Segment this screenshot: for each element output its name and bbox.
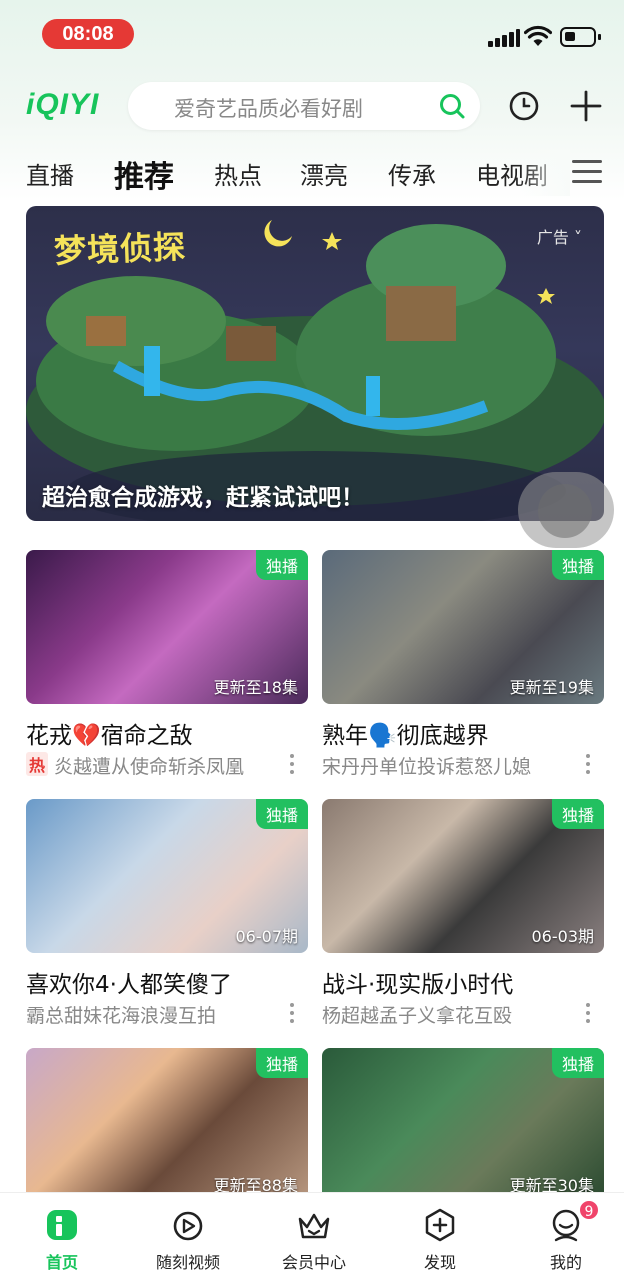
ad-label[interactable]: 广告 ˅ — [537, 224, 582, 248]
exclusive-badge: 独播 — [255, 550, 308, 580]
discover-icon — [425, 1208, 455, 1242]
video-title[interactable]: 熟年🗣️彻底越界 — [322, 716, 489, 750]
status-time: 08:08 — [42, 19, 134, 49]
episode-label: 更新至19集 — [509, 678, 594, 697]
play-circle-icon — [173, 1211, 203, 1241]
channel-menu-icon[interactable] — [572, 158, 602, 184]
search-placeholder: 爱奇艺品质必看好剧 — [174, 97, 363, 121]
hot-tag: 热 — [26, 752, 49, 776]
tabs-fade — [520, 150, 570, 196]
tab-recommend[interactable]: 推荐 — [114, 152, 174, 196]
video-thumbnail[interactable]: 独播 更新至19集 — [322, 550, 604, 704]
floating-assistant-ball[interactable] — [518, 472, 614, 548]
add-icon[interactable] — [570, 90, 602, 122]
exclusive-badge: 独播 — [551, 550, 604, 580]
tab-hot[interactable]: 热点 — [214, 156, 262, 191]
video-card[interactable]: 独播 更新至30集 — [322, 1048, 604, 1202]
video-subtitle: 霸总甜妹花海浪漫互拍 — [26, 1005, 217, 1027]
history-icon[interactable] — [508, 90, 540, 122]
nav-profile[interactable]: 我的 — [504, 1193, 624, 1280]
ad-banner[interactable]: 梦境侦探 广告 ˅ 超治愈合成游戏，赶紧试试吧！ — [26, 206, 604, 521]
video-thumbnail[interactable]: 独播 更新至30集 — [322, 1048, 604, 1202]
wifi-icon — [524, 25, 552, 46]
crown-icon — [298, 1213, 330, 1239]
more-options-icon[interactable] — [290, 1003, 296, 1025]
video-subtitle: 杨超越孟子义拿花互殴 — [322, 1005, 513, 1027]
video-thumbnail[interactable]: 独播 更新至88集 — [26, 1048, 308, 1202]
channel-tabs: 直播 推荐 热点 漂亮 传承 电视剧 — [0, 150, 624, 196]
tab-beautiful[interactable]: 漂亮 — [300, 156, 348, 191]
video-card[interactable]: 独播 06-07期 喜欢你4·人都笑傻了 霸总甜妹花海浪漫互拍 — [26, 799, 308, 1027]
episode-label: 06-07期 — [235, 927, 299, 946]
video-subtitle: 热炎越遭从使命斩杀凤凰 — [26, 752, 244, 779]
video-thumbnail[interactable]: 独播 06-03期 — [322, 799, 604, 953]
more-options-icon[interactable] — [290, 754, 296, 776]
iqiyi-logo[interactable]: iQIYI — [26, 88, 99, 122]
more-options-icon[interactable] — [586, 754, 592, 776]
bottom-navigation: 首页 随刻视频 会员中心 发现 我的 — [0, 1192, 624, 1280]
video-title[interactable]: 花戎💔宿命之敌 — [26, 716, 193, 750]
battery-icon — [560, 27, 601, 47]
video-card[interactable]: 独播 06-03期 战斗·现实版小时代 杨超越孟子义拿花互殴 — [322, 799, 604, 1027]
home-icon — [47, 1210, 77, 1240]
exclusive-badge: 独播 — [551, 1048, 604, 1078]
exclusive-badge: 独播 — [255, 799, 308, 829]
video-title[interactable]: 喜欢你4·人都笑傻了 — [26, 965, 232, 999]
video-subtitle: 宋丹丹单位投诉惹怒儿媳 — [322, 756, 532, 778]
episode-label: 更新至18集 — [213, 678, 298, 697]
status-bar: 08:08 — [0, 0, 624, 70]
video-card[interactable]: 独播 更新至19集 熟年🗣️彻底越界 宋丹丹单位投诉惹怒儿媳 — [322, 550, 604, 778]
exclusive-badge: 独播 — [551, 799, 604, 829]
nav-vip[interactable]: 会员中心 — [252, 1193, 376, 1280]
tab-heritage[interactable]: 传承 — [388, 156, 436, 191]
more-options-icon[interactable] — [586, 1003, 592, 1025]
nav-discover[interactable]: 发现 — [378, 1193, 502, 1280]
video-thumbnail[interactable]: 独播 更新至18集 — [26, 550, 308, 704]
search-icon[interactable] — [438, 92, 466, 120]
nav-moments[interactable]: 随刻视频 — [126, 1193, 250, 1280]
notification-badge: 9 — [578, 1199, 600, 1221]
video-card[interactable]: 独播 更新至88集 — [26, 1048, 308, 1202]
search-input[interactable]: 爱奇艺品质必看好剧 — [128, 82, 480, 130]
video-thumbnail[interactable]: 独播 06-07期 — [26, 799, 308, 953]
exclusive-badge: 独播 — [255, 1048, 308, 1078]
video-card[interactable]: 独播 更新至18集 花戎💔宿命之敌 热炎越遭从使命斩杀凤凰 — [26, 550, 308, 778]
video-title[interactable]: 战斗·现实版小时代 — [322, 965, 513, 999]
banner-game-title: 梦境侦探 — [53, 227, 187, 271]
signal-icon — [488, 29, 520, 47]
banner-caption: 超治愈合成游戏，赶紧试试吧！ — [42, 485, 364, 511]
episode-label: 06-03期 — [531, 927, 595, 946]
nav-home[interactable]: 首页 — [0, 1193, 124, 1280]
tab-live[interactable]: 直播 — [26, 156, 74, 191]
